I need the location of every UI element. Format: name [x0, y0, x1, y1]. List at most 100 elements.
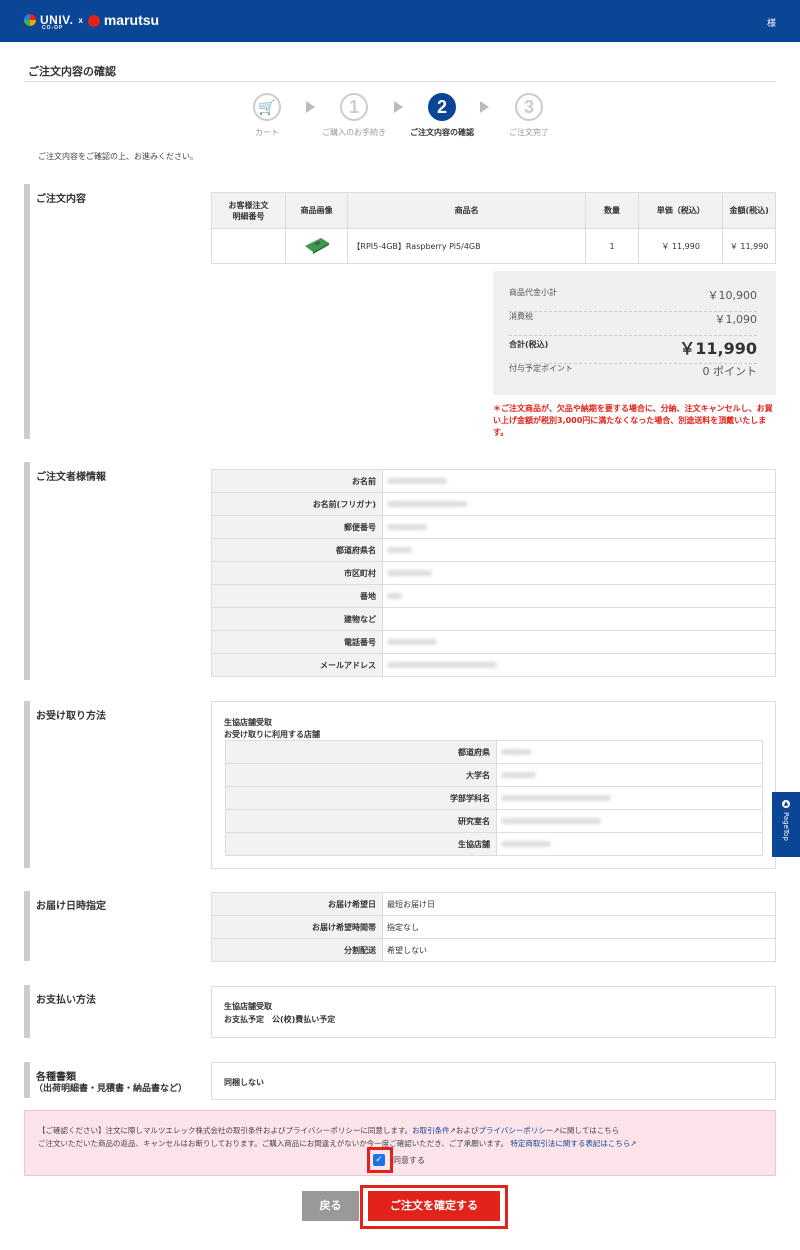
- pickup-box: 生協店舗受取 お受け取りに利用する店舗 都道府県 大学名 学部学科名 研究室名 …: [211, 701, 776, 869]
- field-label: 都道府県: [225, 740, 497, 764]
- table-header-row: お客様注文 明細番号 商品画像 商品名 数量 単価（税込） 金額(税込): [211, 192, 776, 229]
- field-value: [496, 809, 763, 833]
- tax-value: ￥1,090: [714, 313, 758, 326]
- table-row: 電話番号: [211, 630, 776, 654]
- agreement-text: ご注文いただいた商品の返品、キャンセルはお断りしております。ご購入商品にお間違え…: [38, 1139, 509, 1148]
- agreement-text: および: [455, 1126, 479, 1135]
- table-row: 【RPI5-4GB】Raspberry Pi5/4GB 1 ￥ 11,990 ￥…: [211, 228, 776, 264]
- table-row: 市区町村: [211, 561, 776, 585]
- pickup-store-heading: お受け取りに利用する店舗: [224, 730, 320, 739]
- table-row: 都道府県名: [211, 538, 776, 562]
- documents-box: 同梱しない: [211, 1062, 776, 1100]
- step-number: 2: [428, 93, 456, 121]
- col-header: 商品名: [347, 192, 586, 229]
- product-name[interactable]: 【RPI5-4GB】Raspberry Pi5/4GB: [347, 228, 586, 264]
- agree-checkbox[interactable]: ✓: [373, 1154, 385, 1166]
- section-marker: [24, 1062, 30, 1098]
- table-row: 生協店舗: [225, 832, 763, 856]
- tax-label: 消費税: [509, 312, 533, 321]
- step-label: ご購入のお手続き: [322, 128, 386, 137]
- section-title: お届け日時指定: [36, 901, 106, 912]
- amount: ￥ 11,990: [722, 228, 776, 264]
- pickup-method: 生協店舗受取: [224, 718, 272, 727]
- points-value: 0 ポイント: [702, 365, 758, 378]
- points-row: 付与予定ポイント 0 ポイント: [509, 363, 757, 387]
- step-number: 1: [340, 93, 368, 121]
- points-label: 付与予定ポイント: [509, 364, 573, 373]
- arrow-up-icon: ▲: [782, 800, 790, 808]
- field-label: 大学名: [225, 763, 497, 787]
- commercial-law-link[interactable]: 特定商取引法に関する表記はこちら: [510, 1139, 630, 1148]
- privacy-link[interactable]: プライバシーポリシー: [478, 1126, 553, 1135]
- table-row: お名前(フリガナ): [211, 492, 776, 516]
- section-title: お支払い方法: [36, 995, 96, 1006]
- field-value: [496, 763, 763, 787]
- order-summary: 商品代金小計 ￥10,900 消費税 ￥1,090 合計(税込) ￥11,990…: [493, 271, 776, 395]
- pickup-table: 都道府県 大学名 学部学科名 研究室名 生協店舗: [225, 740, 763, 856]
- field-value: [382, 653, 776, 677]
- field-label: メールアドレス: [211, 653, 383, 677]
- field-label: 分割配送: [211, 938, 383, 962]
- section-title: ご注文者様情報: [36, 472, 106, 483]
- confirm-order-button[interactable]: ご注文を確定する: [368, 1191, 500, 1221]
- field-value: [496, 832, 763, 856]
- field-label: 番地: [211, 584, 383, 608]
- delivery-table: お届け希望日 最短お届け日 お届け希望時間帯 指定なし 分割配送 希望しない: [211, 892, 776, 962]
- field-value: [496, 786, 763, 810]
- agree-label[interactable]: 同意する: [393, 1155, 425, 1166]
- cart-icon: 🛒: [253, 93, 281, 121]
- subtotal-value: ￥10,900: [707, 289, 758, 302]
- col-header: お客様注文 明細番号: [211, 192, 286, 229]
- payment-method: 生協店舗受取: [224, 1002, 272, 1011]
- site-logo[interactable]: UNIV. CO-OP x marutsu: [24, 12, 159, 31]
- step-1: 1 ご購入のお手続き: [314, 93, 394, 138]
- product-image[interactable]: [284, 228, 349, 264]
- field-label: 都道府県名: [211, 538, 383, 562]
- shipping-warning: ＊ご注文商品が、欠品や納期を要する場合に、分納、注文キャンセルし、お買い上げ金額…: [493, 404, 773, 437]
- field-value: 指定なし: [382, 915, 776, 939]
- field-label: 郵便番号: [211, 515, 383, 539]
- table-row: 都道府県: [225, 740, 763, 764]
- top-bar: UNIV. CO-OP x marutsu 様: [0, 0, 800, 42]
- section-title: お受け取り方法: [36, 711, 106, 722]
- table-row: お名前: [211, 469, 776, 493]
- field-label: お届け希望日: [211, 892, 383, 916]
- field-label: お届け希望時間帯: [211, 915, 383, 939]
- table-row: 建物など: [211, 607, 776, 631]
- field-label: 研究室名: [225, 809, 497, 833]
- table-row: 分割配送 希望しない: [211, 938, 776, 962]
- col-header: 商品画像: [284, 192, 349, 229]
- total-label: 合計(税込): [509, 340, 549, 349]
- page-top-button[interactable]: ▲ PageTop: [772, 792, 800, 857]
- step-arrow-icon: [480, 101, 489, 113]
- agreement-text: 【ご確認ください】注文に際しマルツエレック株式会社の取引条件およびプライバシーポ…: [38, 1126, 413, 1135]
- step-2: 2 ご注文内容の確認: [402, 93, 482, 138]
- field-value: [382, 515, 776, 539]
- field-value: [382, 607, 776, 631]
- field-value: [382, 469, 776, 493]
- table-row: 番地: [211, 584, 776, 608]
- logo-x-text: x: [78, 15, 83, 25]
- field-value: [496, 740, 763, 764]
- agreement-line-2: ご注文いただいた商品の返品、キャンセルはお断りしております。ご購入商品にお間違え…: [38, 1138, 637, 1149]
- field-label: お名前(フリガナ): [211, 492, 383, 516]
- field-value: [382, 538, 776, 562]
- step-cart: 🛒 カート: [227, 93, 307, 138]
- intro-text: ご注文内容をご確認の上、お進みください。: [38, 152, 198, 161]
- user-name[interactable]: 様: [767, 16, 776, 29]
- field-value: [382, 630, 776, 654]
- field-value: [382, 584, 776, 608]
- section-marker: [24, 184, 30, 439]
- external-link-icon: ↗: [630, 1139, 637, 1148]
- order-table: お客様注文 明細番号 商品画像 商品名 数量 単価（税込） 金額(税込) 【RP…: [211, 192, 776, 264]
- col-header: 数量: [584, 192, 640, 229]
- checkout-steps: 🛒 カート 1 ご購入のお手続き 2 ご注文内容の確認 3 ご注文完了: [240, 93, 560, 143]
- step-label: ご注文内容の確認: [410, 128, 474, 137]
- section-marker: [24, 701, 30, 868]
- quantity: 1: [584, 228, 640, 264]
- table-row: 研究室名: [225, 809, 763, 833]
- table-row: 学部学科名: [225, 786, 763, 810]
- step-3: 3 ご注文完了: [489, 93, 569, 138]
- back-button[interactable]: 戻る: [302, 1191, 359, 1221]
- terms-link[interactable]: お取引条件: [412, 1126, 450, 1135]
